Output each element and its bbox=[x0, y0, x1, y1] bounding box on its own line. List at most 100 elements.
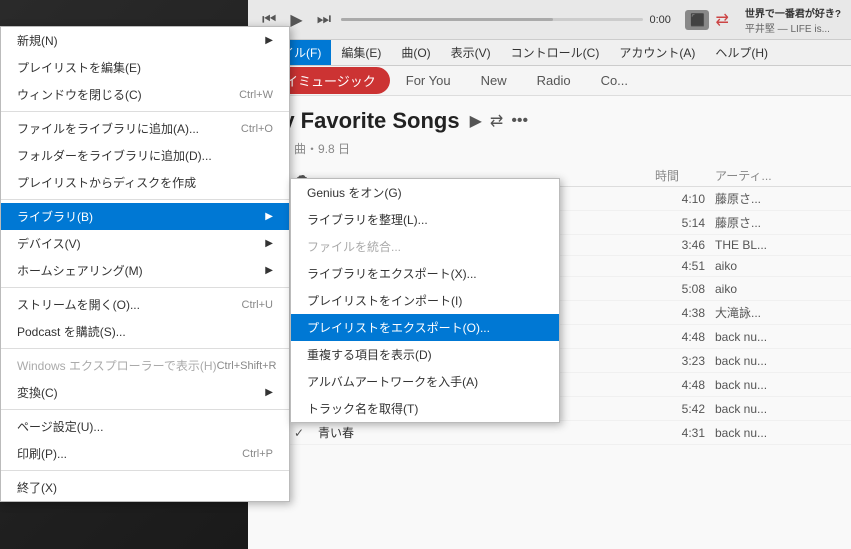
menu-item-account[interactable]: アカウント(A) bbox=[609, 40, 705, 65]
menu-item-convert[interactable]: 変換(C) ▶ bbox=[1, 379, 289, 406]
menu-item-home-sharing[interactable]: ホームシェアリング(M) ▶ bbox=[1, 257, 289, 284]
row-artist: THE BL... bbox=[715, 238, 835, 252]
row-artist: 藤原さ... bbox=[715, 190, 835, 207]
menu-label: ページ設定(U)... bbox=[17, 418, 103, 435]
submenu-arrow: ▶ bbox=[265, 238, 273, 249]
library-menu-item-export-playlist[interactable]: プレイリストをエクスポート(O)... bbox=[291, 314, 559, 341]
menu-label: Podcast を購読(S)... bbox=[17, 323, 126, 340]
menu-label: プレイリストを編集(E) bbox=[17, 59, 141, 76]
more-options-button[interactable]: ••• bbox=[511, 112, 528, 130]
menu-item-view[interactable]: 表示(V) bbox=[441, 40, 501, 65]
menu-label: 変換(C) bbox=[17, 384, 58, 401]
menu-label: プレイリストをエクスポート(O)... bbox=[307, 319, 490, 336]
shortcut: Ctrl+O bbox=[241, 123, 273, 135]
header-icons: ▶ ⇄ ••• bbox=[470, 111, 529, 131]
shortcut: Ctrl+Shift+R bbox=[217, 360, 277, 372]
shortcut: Ctrl+P bbox=[242, 448, 273, 460]
menu-item-open-stream[interactable]: ストリームを開く(O)... Ctrl+U bbox=[1, 291, 289, 318]
menu-item-print[interactable]: 印刷(P)... Ctrl+P bbox=[1, 440, 289, 467]
menu-item-quit[interactable]: 終了(X) bbox=[1, 474, 289, 501]
col-artist-label: アーティ... bbox=[715, 167, 835, 184]
library-menu-item-show-duplicates[interactable]: 重複する項目を表示(D) bbox=[291, 341, 559, 368]
submenu-arrow: ▶ bbox=[265, 387, 273, 398]
row-artist: 大滝詠... bbox=[715, 304, 835, 321]
library-menu-item-get-artwork[interactable]: アルバムアートワークを入手(A) bbox=[291, 368, 559, 395]
menu-item-library[interactable]: ライブラリ(B) ▶ bbox=[1, 203, 289, 230]
row-time: 5:14 bbox=[655, 216, 715, 230]
next-button[interactable]: ⏭ bbox=[313, 9, 335, 31]
menu-label: ファイルをライブラリに追加(A)... bbox=[17, 120, 199, 137]
submenu-arrow: ▶ bbox=[265, 35, 273, 46]
menu-item-help[interactable]: ヘルプ(H) bbox=[705, 40, 778, 65]
menu-label: ライブラリ(B) bbox=[17, 208, 93, 225]
row-artist: back nu... bbox=[715, 354, 835, 368]
row-artist: aiko bbox=[715, 282, 835, 296]
tab-radio[interactable]: Radio bbox=[523, 69, 585, 92]
menu-label: ファイルを統合... bbox=[307, 238, 401, 255]
row-check: ✓ bbox=[294, 426, 318, 440]
tab-for-you[interactable]: For You bbox=[392, 69, 465, 92]
row-artist: back nu... bbox=[715, 426, 835, 440]
row-time: 4:10 bbox=[655, 192, 715, 206]
menu-separator bbox=[1, 199, 289, 200]
menu-item-add-file[interactable]: ファイルをライブラリに追加(A)... Ctrl+O bbox=[1, 115, 289, 142]
menu-item-new[interactable]: 新規(N) ▶ bbox=[1, 27, 289, 54]
menu-label: ライブラリをエクスポート(X)... bbox=[307, 265, 477, 282]
menu-label: 重複する項目を表示(D) bbox=[307, 346, 432, 363]
menu-item-devices[interactable]: デバイス(V) ▶ bbox=[1, 230, 289, 257]
menu-label: Genius をオン(G) bbox=[307, 184, 402, 201]
library-menu-item-genius-on[interactable]: Genius をオン(G) bbox=[291, 179, 559, 206]
tab-new[interactable]: New bbox=[467, 69, 521, 92]
play-playlist-button[interactable]: ▶ bbox=[470, 111, 482, 131]
menu-item-edit[interactable]: 編集(E) bbox=[331, 40, 391, 65]
menu-item-windows-explorer: Windows エクスプローラーで表示(H) Ctrl+Shift+R bbox=[1, 352, 289, 379]
row-time: 3:23 bbox=[655, 354, 715, 368]
progress-fill bbox=[341, 18, 553, 21]
library-menu-item-import-playlist[interactable]: プレイリストをインポート(I) bbox=[291, 287, 559, 314]
menu-item-edit-playlist[interactable]: プレイリストを編集(E) bbox=[1, 54, 289, 81]
library-menu-item-organize-library[interactable]: ライブラリを整理(L)... bbox=[291, 206, 559, 233]
progress-bar[interactable] bbox=[341, 18, 643, 21]
airplay-button[interactable]: ⬛ bbox=[685, 10, 709, 30]
playlist-meta: 3177 曲・9.8 日 bbox=[248, 138, 851, 165]
library-submenu-items: Genius をオン(G) ライブラリを整理(L)... ファイルを統合... ライブ… bbox=[291, 179, 559, 422]
row-time: 4:51 bbox=[655, 259, 715, 273]
menu-label: Windows エクスプローラーで表示(H) bbox=[17, 357, 217, 374]
playlist-title: My Favorite Songs bbox=[264, 108, 460, 134]
shortcut: Ctrl+U bbox=[242, 299, 273, 311]
menu-label: フォルダーをライブラリに追加(D)... bbox=[17, 147, 212, 164]
tab-connect[interactable]: Co... bbox=[587, 69, 642, 92]
toolbar: ⏮ ▶ ⏭ 0:00 ⬛ ⇄ 世界で一番君が好き? 平井堅 — LIFE is.… bbox=[248, 0, 851, 40]
row-artist: back nu... bbox=[715, 402, 835, 416]
menu-item-close-window[interactable]: ウィンドウを閉じる(C) Ctrl+W bbox=[1, 81, 289, 108]
table-row[interactable]: 14 ✓ 青い春 4:31 back nu... bbox=[248, 421, 851, 445]
menu-item-podcast[interactable]: Podcast を購読(S)... bbox=[1, 318, 289, 345]
menu-label: プレイリストをインポート(I) bbox=[307, 292, 462, 309]
library-menu-item-consolidate: ファイルを統合... bbox=[291, 233, 559, 260]
menu-label: アルバムアートワークを入手(A) bbox=[307, 373, 478, 390]
library-submenu: Genius をオン(G) ライブラリを整理(L)... ファイルを統合... ライブ… bbox=[290, 178, 560, 423]
menu-separator bbox=[1, 348, 289, 349]
menu-item-burn-disc[interactable]: プレイリストからディスクを作成 bbox=[1, 169, 289, 196]
row-time: 4:48 bbox=[655, 378, 715, 392]
library-menu-item-get-track-names[interactable]: トラック名を取得(T) bbox=[291, 395, 559, 422]
submenu-arrow: ▶ bbox=[265, 265, 273, 276]
playlist-header: My Favorite Songs ▶ ⇄ ••• bbox=[248, 96, 851, 138]
menu-separator bbox=[1, 409, 289, 410]
file-menu-items: 新規(N) ▶ プレイリストを編集(E) ウィンドウを閉じる(C) Ctrl+W… bbox=[1, 27, 289, 501]
shuffle-icon: ⇄ bbox=[715, 10, 728, 30]
song-artist: 平井堅 — LIFE is... bbox=[745, 20, 841, 35]
library-menu-item-export-library[interactable]: ライブラリをエクスポート(X)... bbox=[291, 260, 559, 287]
menu-item-controls[interactable]: コントロール(C) bbox=[501, 40, 610, 65]
shuffle-playlist-button[interactable]: ⇄ bbox=[490, 111, 503, 131]
menu-item-page-setup[interactable]: ページ設定(U)... bbox=[1, 413, 289, 440]
menu-item-add-folder[interactable]: フォルダーをライブラリに追加(D)... bbox=[1, 142, 289, 169]
menu-label: ストリームを開く(O)... bbox=[17, 296, 140, 313]
menu-item-song[interactable]: 曲(O) bbox=[391, 40, 440, 65]
song-info-toolbar: 世界で一番君が好き? 平井堅 — LIFE is... bbox=[745, 5, 841, 35]
row-time: 4:38 bbox=[655, 306, 715, 320]
progress-bar-container bbox=[341, 18, 643, 21]
menu-separator bbox=[1, 470, 289, 471]
row-artist: back nu... bbox=[715, 378, 835, 392]
menu-label: トラック名を取得(T) bbox=[307, 400, 418, 417]
